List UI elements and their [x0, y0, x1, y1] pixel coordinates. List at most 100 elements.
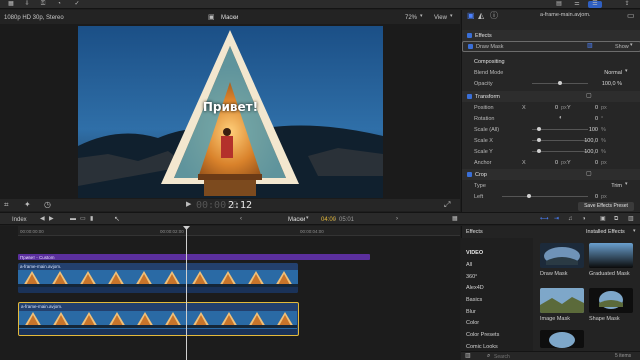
chevron-down-icon[interactable]: ▾: [420, 14, 423, 19]
position-y-value[interactable]: 0: [582, 105, 598, 111]
fullscreen-icon[interactable]: ⤢: [444, 201, 450, 209]
playhead[interactable]: [186, 226, 187, 360]
position-x-value[interactable]: 0: [542, 105, 558, 111]
category-all[interactable]: All: [466, 262, 472, 268]
draw-mask-checkbox[interactable]: [468, 44, 473, 49]
share-icon[interactable]: ⇪: [620, 1, 634, 8]
crop-left-value[interactable]: 0: [582, 194, 598, 200]
layout-grid-icon[interactable]: ▤: [552, 1, 566, 8]
crop-left-slider[interactable]: [502, 196, 588, 197]
video-clip-upper[interactable]: a-frame-main.avjom.: [18, 263, 298, 293]
video-frame[interactable]: Привет!: [78, 26, 383, 198]
effect-thumb-image-mask[interactable]: [540, 288, 584, 313]
sidebar-toggle-icon[interactable]: ▥: [465, 353, 471, 359]
chevron-down-icon[interactable]: ▾: [633, 229, 636, 234]
timeline[interactable]: [0, 226, 460, 360]
adjustments-icon[interactable]: ⚌: [570, 1, 584, 8]
keyword-icon[interactable]: ⚿: [36, 1, 50, 8]
video-clip-lower[interactable]: a-frame-main.avjom.: [18, 302, 299, 336]
play-icon[interactable]: ▶: [186, 201, 191, 208]
scale-all-slider-knob[interactable]: [537, 127, 541, 131]
info-icon[interactable]: ⓘ: [490, 12, 498, 20]
effects-section[interactable]: Effects: [462, 30, 640, 41]
background-tasks-icon[interactable]: ◔: [52, 1, 66, 8]
forward-icon[interactable]: ▶: [49, 216, 54, 222]
save-effects-preset-button[interactable]: Save Effects Preset: [578, 202, 634, 211]
chevron-down-icon[interactable]: ▾: [630, 43, 633, 48]
effects-header-right[interactable]: Installed Effects: [586, 229, 625, 236]
effect-thumb-shape-mask[interactable]: [589, 288, 633, 313]
index-button[interactable]: Index: [12, 217, 27, 223]
import-icon[interactable]: ⇩: [20, 1, 34, 8]
chevron-down-icon[interactable]: ▾: [450, 14, 453, 19]
timeline-ruler[interactable]: 00:00:00:00 00:00:02:00 00:00:04:00: [18, 226, 460, 236]
category-alex4d[interactable]: Alex4D: [466, 285, 484, 291]
clip-appearance-icon[interactable]: ▦: [452, 216, 458, 222]
effects-checkbox[interactable]: [467, 33, 472, 38]
crop-tool-icon[interactable]: ⌗: [4, 201, 9, 209]
crop-left-slider-knob[interactable]: [527, 194, 531, 198]
category-basics[interactable]: Basics: [466, 297, 482, 303]
category-color[interactable]: Color: [466, 320, 479, 326]
scale-y-value[interactable]: 100,0: [580, 149, 598, 155]
opacity-slider-knob[interactable]: [558, 81, 562, 85]
effect-thumb-next[interactable]: [540, 330, 584, 348]
transitions-icon[interactable]: ⧉: [614, 216, 618, 222]
scale-x-slider-knob[interactable]: [537, 138, 541, 142]
transform-section[interactable]: Transform ▢: [462, 91, 640, 102]
back-icon[interactable]: ◀: [40, 216, 45, 222]
rotation-value[interactable]: 0: [582, 116, 598, 122]
append-icon[interactable]: ▬: [70, 216, 76, 222]
chevron-down-icon[interactable]: ▾: [625, 182, 628, 187]
draw-mask-show[interactable]: Show: [615, 44, 629, 50]
effect-thumb-graduated-mask[interactable]: [589, 243, 633, 268]
chevron-down-icon[interactable]: ▾: [625, 69, 628, 74]
timecode-main[interactable]: 2:12: [228, 200, 252, 211]
category-comic-looks[interactable]: Comic Looks: [466, 344, 498, 350]
speed-icon[interactable]: ◷: [44, 201, 51, 209]
effect-thumb-draw-mask[interactable]: [540, 243, 584, 268]
skimming-icon[interactable]: ⟷: [540, 216, 549, 222]
view-menu[interactable]: View: [434, 15, 447, 21]
next-edit-icon[interactable]: ›: [396, 216, 398, 222]
category-blur[interactable]: Blur: [466, 309, 476, 315]
enhance-icon[interactable]: ✦: [24, 201, 31, 209]
solo-icon[interactable]: ◑: [582, 216, 586, 222]
prev-edit-icon[interactable]: ‹: [240, 216, 242, 222]
opacity-value[interactable]: 100,0 %: [580, 81, 622, 87]
effects-browser-toggle-icon[interactable]: ▣: [600, 216, 606, 222]
titles-icon[interactable]: ▥: [628, 216, 634, 222]
inspector-toggle-icon[interactable]: ☰: [588, 1, 602, 8]
library-icon[interactable]: ▦: [4, 1, 18, 8]
blend-mode-select[interactable]: Normal: [562, 70, 622, 76]
filter-icon[interactable]: ◭: [478, 12, 484, 20]
category-color-presets[interactable]: Color Presets: [466, 332, 499, 338]
scale-x-value[interactable]: 100,0: [580, 138, 598, 144]
scale-all-value[interactable]: 100: [582, 127, 598, 133]
transform-checkbox[interactable]: [467, 94, 472, 99]
overwrite-icon[interactable]: ▮: [90, 216, 93, 222]
video-inspector-icon[interactable]: ▣: [467, 12, 475, 20]
scale-y-slider-knob[interactable]: [537, 149, 541, 153]
chevron-down-icon[interactable]: ▾: [306, 216, 309, 221]
crop-checkbox[interactable]: [467, 172, 472, 177]
snapping-icon[interactable]: ⇥: [554, 216, 559, 222]
insert-icon[interactable]: ▭: [80, 216, 86, 222]
transform-onscreen-icon[interactable]: ▢: [586, 93, 592, 99]
select-tool-icon[interactable]: ↖: [114, 216, 120, 223]
anchor-x-value[interactable]: 0: [542, 160, 558, 166]
crop-type-select[interactable]: Trim: [572, 183, 622, 189]
audio-skimming-icon[interactable]: ♫: [568, 216, 573, 222]
category-360[interactable]: 360°: [466, 274, 477, 280]
anchor-y-value[interactable]: 0: [582, 160, 598, 166]
rotation-dial-icon[interactable]: ◐: [559, 115, 563, 121]
zoom-select[interactable]: 72%: [405, 15, 417, 21]
draw-mask-row[interactable]: Draw Mask ▥ Show ▾: [462, 41, 640, 52]
file-icon[interactable]: ▭: [627, 12, 635, 20]
check-icon[interactable]: ✓: [70, 1, 84, 8]
effects-search-input[interactable]: [494, 353, 564, 360]
crop-section[interactable]: Crop ▢: [462, 169, 640, 180]
crop-onscreen-icon[interactable]: ▢: [586, 171, 592, 177]
mask-icon[interactable]: ▥: [587, 43, 593, 49]
title-clip[interactable]: Привет - Custom: [18, 254, 370, 260]
